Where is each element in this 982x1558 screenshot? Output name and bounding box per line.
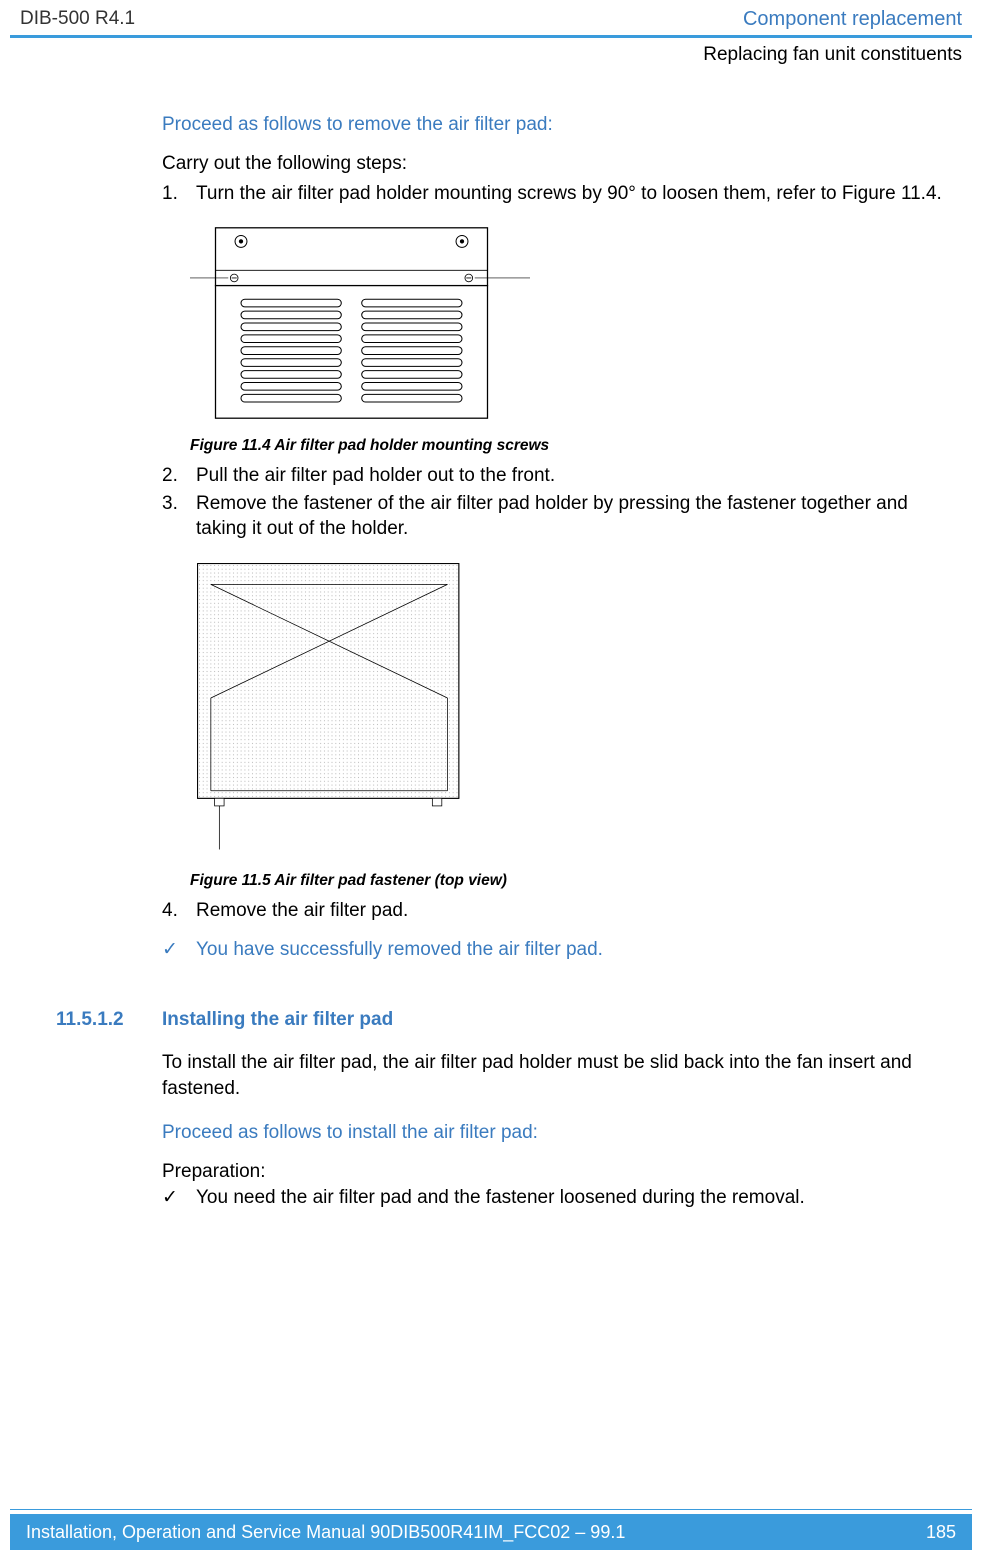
intro-text: Carry out the following steps:	[162, 151, 962, 177]
step-item: 3. Remove the fastener of the air filter…	[162, 491, 962, 542]
doc-id: DIB-500 R4.1	[20, 6, 135, 33]
section-breadcrumb: Replacing fan unit constituents	[0, 38, 982, 68]
preparation-label: Preparation:	[162, 1159, 962, 1185]
step-list-2: 2. Pull the air filter pad holder out to…	[162, 463, 962, 542]
step-number: 2.	[162, 463, 196, 489]
chapter-title: Component replacement	[743, 6, 962, 33]
step-number: 3.	[162, 491, 196, 542]
section-title: Installing the air filter pad	[162, 1007, 393, 1033]
step-text: Remove the air filter pad.	[196, 898, 962, 924]
check-icon: ✓	[162, 1185, 196, 1211]
step-number: 4.	[162, 898, 196, 924]
filter-holder-diagram	[190, 221, 530, 425]
main-content: Proceed as follows to remove the air fil…	[0, 68, 982, 1211]
step-list-3: 4. Remove the air filter pad.	[162, 898, 962, 924]
step-item: 4. Remove the air filter pad.	[162, 898, 962, 924]
step-item: 1. Turn the air filter pad holder mounti…	[162, 181, 962, 207]
prep-item: ✓ You need the air filter pad and the fa…	[162, 1185, 962, 1211]
section-paragraph: To install the air filter pad, the air f…	[162, 1050, 962, 1101]
step-text: Turn the air filter pad holder mounting …	[196, 181, 962, 207]
fastener-top-view-diagram	[190, 556, 474, 859]
page-number: 185	[926, 1520, 956, 1544]
preparation-list: ✓ You need the air filter pad and the fa…	[162, 1185, 962, 1211]
footer-bar: Installation, Operation and Service Manu…	[10, 1514, 972, 1550]
step-text: Pull the air filter pad holder out to th…	[196, 463, 962, 489]
page-footer: Installation, Operation and Service Manu…	[0, 1509, 982, 1558]
step-item: 2. Pull the air filter pad holder out to…	[162, 463, 962, 489]
figure-caption: Figure 11.5 Air filter pad fastener (top…	[190, 871, 962, 892]
step-list-1: 1. Turn the air filter pad holder mounti…	[162, 181, 962, 207]
figure-caption: Figure 11.4 Air filter pad holder mounti…	[190, 436, 962, 457]
success-line: ✓ You have successfully removed the air …	[162, 937, 962, 963]
subsection-heading: 11.5.1.2 Installing the air filter pad	[56, 1007, 962, 1033]
procedure-heading: Proceed as follows to remove the air fil…	[162, 112, 962, 138]
prep-text: You need the air filter pad and the fast…	[196, 1185, 805, 1211]
step-number: 1.	[162, 181, 196, 207]
footer-doc-ref: Installation, Operation and Service Manu…	[26, 1520, 625, 1544]
section-number: 11.5.1.2	[56, 1007, 162, 1033]
success-text: You have successfully removed the air fi…	[196, 937, 603, 963]
procedure-heading-2: Proceed as follows to install the air fi…	[162, 1120, 962, 1146]
check-icon: ✓	[162, 937, 196, 963]
page-header: DIB-500 R4.1 Component replacement	[0, 0, 982, 35]
step-text: Remove the fastener of the air filter pa…	[196, 491, 962, 542]
figure-11-5: Figure 11.5 Air filter pad fastener (top…	[190, 556, 962, 891]
figure-11-4: Figure 11.4 Air filter pad holder mounti…	[190, 221, 962, 458]
footer-rule	[10, 1509, 972, 1510]
